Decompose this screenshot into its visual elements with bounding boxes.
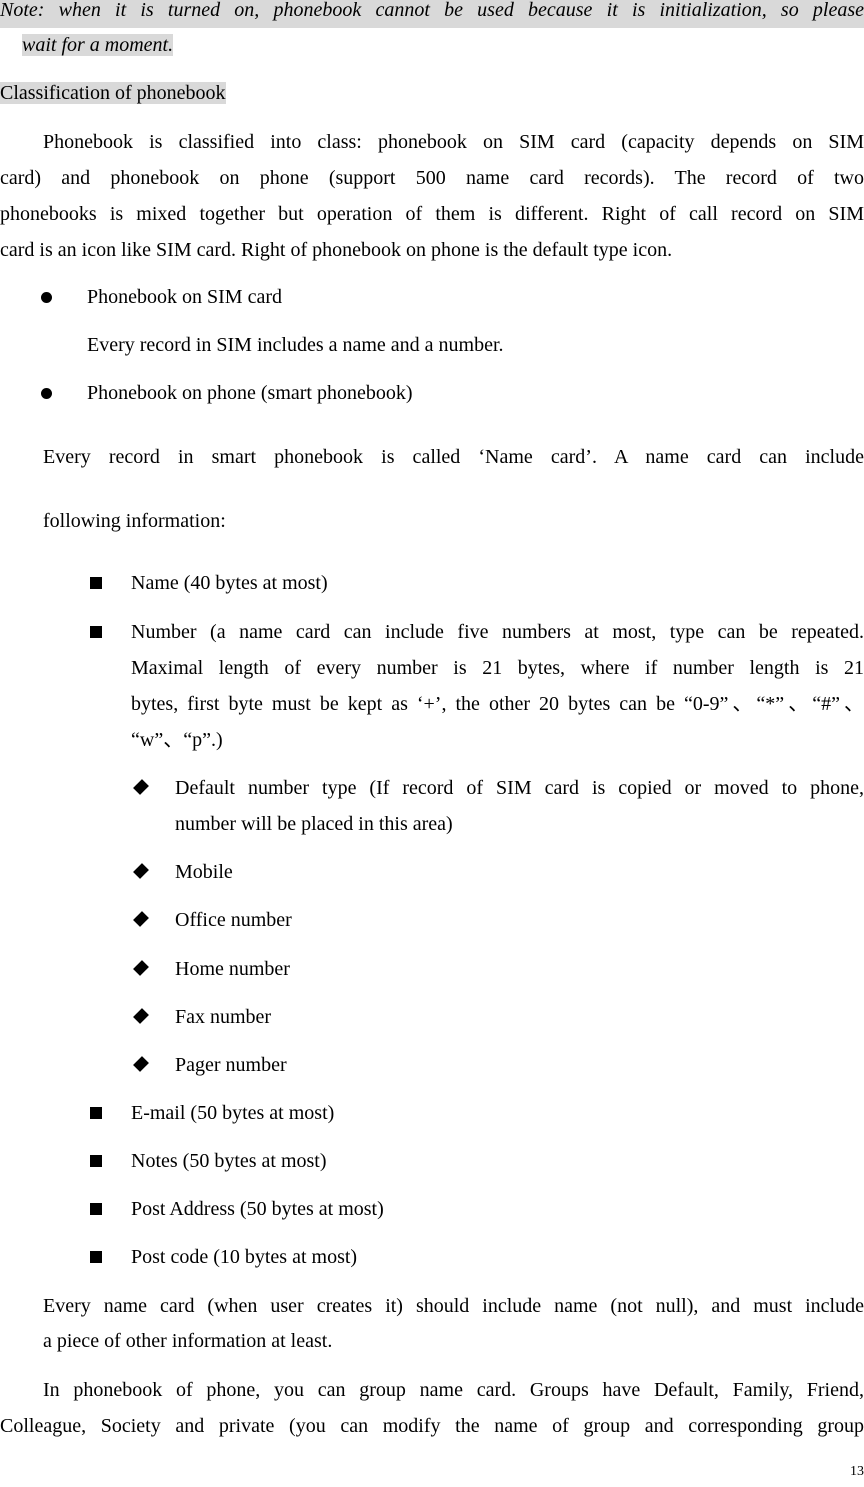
field-notes: Notes (50 bytes at most) xyxy=(131,1150,327,1172)
bullet-diamond-icon xyxy=(133,960,149,976)
closing-paragraph-1-line-2: a piece of other information at least. xyxy=(43,1330,333,1352)
bullet-square-icon xyxy=(90,1107,102,1119)
phonebook-type-sim: Phonebook on SIM card xyxy=(87,286,282,308)
bullet-dot-icon xyxy=(41,292,52,303)
field-name: Name (40 bytes at most) xyxy=(131,572,328,594)
smart-phonebook-line-1: Every record in smart phonebook is calle… xyxy=(43,446,864,468)
note-line-1: Note: when it is turned on, phonebook ca… xyxy=(0,0,864,28)
number-type-default-line-2: number will be placed in this area) xyxy=(175,813,453,835)
field-number-line-1: Number (a name card can include five num… xyxy=(131,621,864,643)
bullet-diamond-icon xyxy=(133,1008,149,1024)
field-post-address: Post Address (50 bytes at most) xyxy=(131,1198,384,1220)
number-type-office: Office number xyxy=(175,909,292,931)
page-number: 13 xyxy=(850,1464,864,1479)
intro-paragraph-line-1: Phonebook is classified into class: phon… xyxy=(43,131,864,153)
field-post-code: Post code (10 bytes at most) xyxy=(131,1246,358,1268)
bullet-diamond-icon xyxy=(133,779,149,795)
note-line-2: wait for a moment. xyxy=(22,34,174,56)
closing-paragraph-1-line-1: Every name card (when user creates it) s… xyxy=(43,1295,864,1317)
number-type-fax: Fax number xyxy=(175,1006,272,1028)
number-type-default-line-1: Default number type (If record of SIM ca… xyxy=(175,777,864,799)
intro-paragraph-line-3: phonebooks is mixed together but operati… xyxy=(0,203,864,225)
closing-paragraph-2-line-2: Colleague, Society and private (you can … xyxy=(0,1415,864,1437)
bullet-square-icon xyxy=(90,626,102,638)
bullet-dot-icon xyxy=(41,388,52,399)
number-type-home: Home number xyxy=(175,958,290,980)
phonebook-type-sim-description: Every record in SIM includes a name and … xyxy=(87,334,504,356)
bullet-square-icon xyxy=(90,1203,102,1215)
bullet-square-icon xyxy=(90,1155,102,1167)
intro-paragraph-line-4: card is an icon like SIM card. Right of … xyxy=(0,239,673,261)
number-type-mobile: Mobile xyxy=(175,861,233,883)
bullet-square-icon xyxy=(90,577,102,589)
field-number-line-4: “w”、“p”.) xyxy=(131,729,223,751)
number-type-pager: Pager number xyxy=(175,1054,287,1076)
bullet-square-icon xyxy=(90,1251,102,1263)
bullet-diamond-icon xyxy=(133,911,149,927)
bullet-diamond-icon xyxy=(133,863,149,879)
bullet-diamond-icon xyxy=(133,1056,149,1072)
field-email: E-mail (50 bytes at most) xyxy=(131,1102,335,1124)
field-number-line-2: Maximal length of every number is 21 byt… xyxy=(131,657,864,679)
smart-phonebook-line-2: following information: xyxy=(43,510,226,532)
phonebook-type-phone: Phonebook on phone (smart phonebook) xyxy=(87,382,413,404)
closing-paragraph-2-line-1: In phonebook of phone, you can group nam… xyxy=(43,1379,864,1401)
field-number-line-3: bytes, first byte must be kept as ‘+’, t… xyxy=(131,693,864,715)
intro-paragraph-line-2: card) and phonebook on phone (support 50… xyxy=(0,167,864,189)
section-heading: Classification of phonebook xyxy=(0,82,226,104)
